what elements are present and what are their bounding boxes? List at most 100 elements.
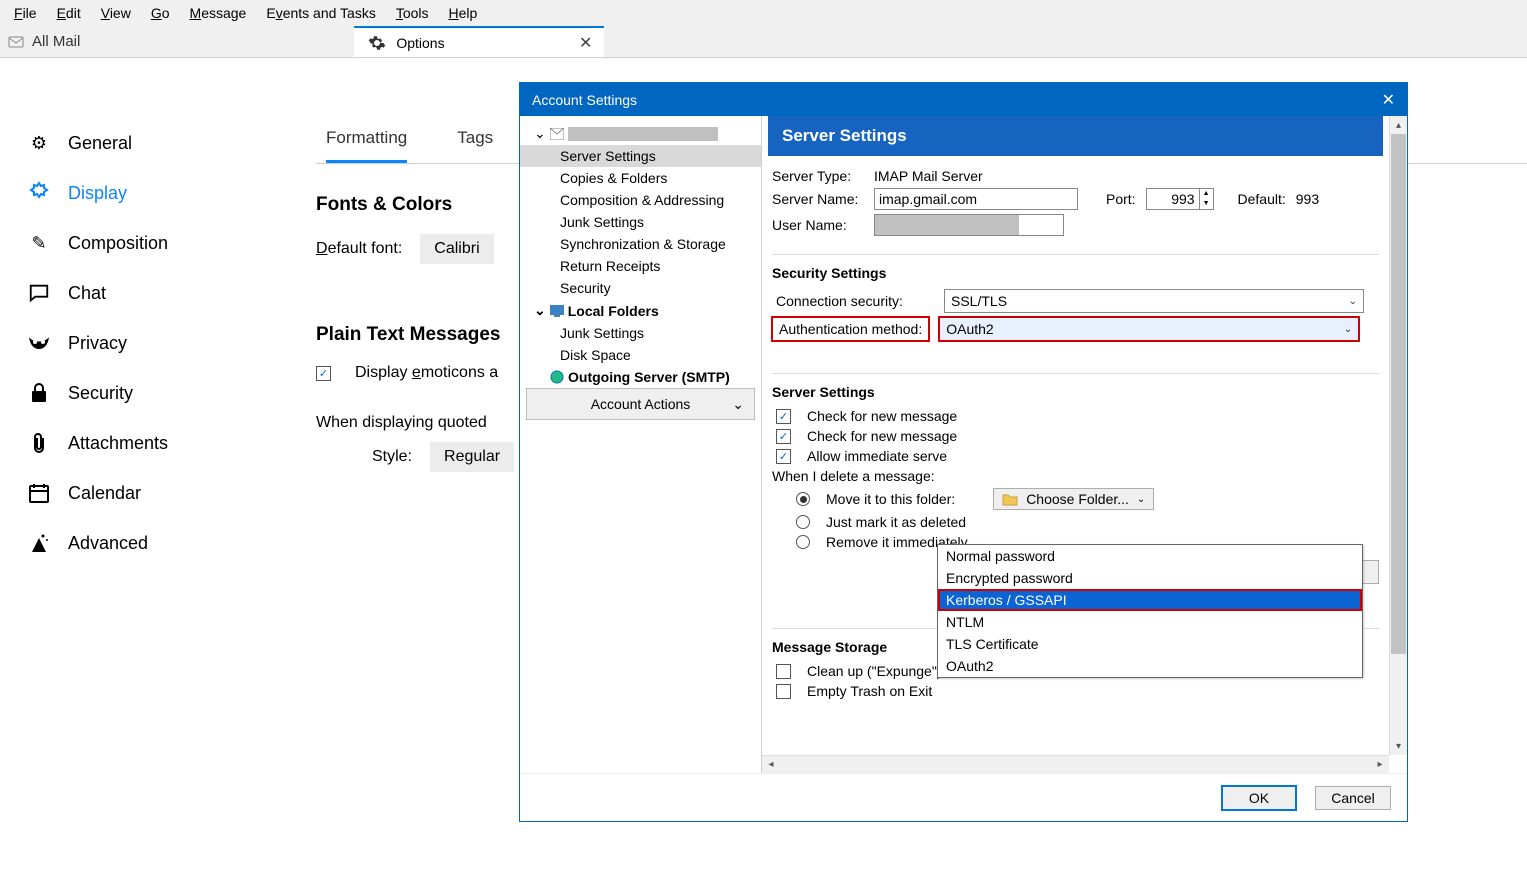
auth-option-tls-cert[interactable]: TLS Certificate — [938, 633, 1362, 655]
sidebar-item-chat[interactable]: Chat — [0, 268, 286, 318]
dialog-titlebar[interactable]: Account Settings ✕ — [520, 83, 1407, 116]
server-name-label: Server Name: — [772, 191, 864, 207]
sidebar-item-calendar[interactable]: Calendar — [0, 468, 286, 518]
tree-local-diskspace[interactable]: Disk Space — [520, 344, 761, 366]
chevron-down-icon: ⌄ — [1344, 324, 1352, 335]
menu-message[interactable]: Message — [182, 3, 255, 23]
tree-copies-folders[interactable]: Copies & Folders — [520, 167, 761, 189]
tree-account-root[interactable]: ⌄ — [520, 122, 761, 145]
tree-sync-storage[interactable]: Synchronization & Storage — [520, 233, 761, 255]
allow-immediate-checkbox[interactable]: ✓ — [776, 449, 791, 464]
default-port-label: Default: — [1238, 191, 1286, 207]
chevron-down-icon: ⌄ — [534, 125, 546, 142]
auth-method-label: Authentication method: — [772, 317, 929, 341]
envelope-icon — [550, 128, 564, 140]
tree-local-junk[interactable]: Junk Settings — [520, 322, 761, 344]
when-delete-label: When I delete a message: — [772, 468, 935, 484]
dialog-close-icon[interactable]: ✕ — [1382, 90, 1395, 110]
port-spinner[interactable]: ▲▼ — [1146, 188, 1214, 210]
pencil-icon: ✎ — [26, 230, 52, 256]
auth-option-encrypted[interactable]: Encrypted password — [938, 567, 1362, 589]
tree-server-settings[interactable]: Server Settings — [520, 145, 761, 167]
ok-button[interactable]: OK — [1221, 785, 1297, 811]
port-input[interactable] — [1147, 191, 1199, 207]
tab-tags[interactable]: Tags — [457, 118, 493, 163]
accounts-tree: ⌄ Server Settings Copies & Folders Compo… — [520, 116, 762, 773]
menu-tools[interactable]: Tools — [388, 3, 437, 23]
sidebar-item-attachments[interactable]: Attachments — [0, 418, 286, 468]
move-folder-radio[interactable] — [796, 492, 810, 506]
vertical-scrollbar[interactable]: ▴ ▾ — [1389, 116, 1407, 755]
auth-method-value: OAuth2 — [946, 321, 993, 337]
sidebar-label: Attachments — [68, 433, 168, 454]
quoted-label: When displaying quoted — [316, 414, 487, 432]
auth-option-normal[interactable]: Normal password — [938, 545, 1362, 567]
sidebar-label: Advanced — [68, 533, 148, 554]
auth-option-oauth2[interactable]: OAuth2 — [938, 655, 1362, 677]
cleanup-checkbox[interactable] — [776, 664, 791, 679]
tree-junk-settings[interactable]: Junk Settings — [520, 211, 761, 233]
scroll-up-icon[interactable]: ▴ — [1390, 116, 1407, 134]
default-port-value: 993 — [1296, 191, 1319, 207]
account-settings-dialog: Account Settings ✕ ⌄ Server Settings Cop… — [519, 82, 1408, 822]
scroll-thumb[interactable] — [1391, 134, 1406, 654]
sidebar-item-security[interactable]: Security — [0, 368, 286, 418]
auth-option-kerberos[interactable]: Kerberos / GSSAPI — [938, 589, 1362, 611]
account-actions-button[interactable]: Account Actions ⌄ — [526, 388, 755, 420]
tab-options[interactable]: Options ✕ — [354, 26, 604, 57]
style-select[interactable]: Regular — [430, 442, 514, 472]
server-type-label: Server Type: — [772, 168, 864, 184]
account-email-redacted — [568, 127, 718, 141]
emoticons-checkbox[interactable]: ✓ — [316, 366, 331, 381]
remove-imm-radio[interactable] — [796, 535, 810, 549]
check-every-label: Check for new message — [807, 428, 957, 444]
tree-local-folders[interactable]: ⌄ Local Folders — [520, 299, 761, 322]
tree-smtp[interactable]: Outgoing Server (SMTP) — [520, 366, 761, 388]
menu-file[interactable]: File — [6, 3, 45, 23]
tab-allmail[interactable]: All Mail — [0, 26, 100, 57]
calendar-icon — [26, 480, 52, 506]
auth-option-ntlm[interactable]: NTLM — [938, 611, 1362, 633]
menu-edit[interactable]: Edit — [49, 3, 89, 23]
tab-options-label: Options — [396, 35, 444, 51]
move-folder-label: Move it to this folder: — [826, 491, 955, 507]
tree-security[interactable]: Security — [520, 277, 761, 299]
security-settings-heading: Security Settings — [772, 265, 1379, 281]
check-startup-checkbox[interactable]: ✓ — [776, 409, 791, 424]
menu-help[interactable]: Help — [441, 3, 486, 23]
sidebar-item-privacy[interactable]: Privacy — [0, 318, 286, 368]
scroll-right-icon[interactable]: ▸ — [1371, 756, 1389, 773]
cancel-button[interactable]: Cancel — [1315, 786, 1391, 810]
scroll-left-icon[interactable]: ◂ — [762, 756, 780, 773]
conn-security-select[interactable]: SSL/TLS ⌄ — [944, 289, 1364, 313]
spin-up-icon[interactable]: ▲ — [1200, 189, 1213, 199]
tree-return-receipts[interactable]: Return Receipts — [520, 255, 761, 277]
sidebar-item-general[interactable]: ⚙General — [0, 118, 286, 168]
auth-method-select[interactable]: OAuth2 ⌄ — [939, 317, 1359, 341]
empty-trash-checkbox[interactable] — [776, 684, 791, 699]
sidebar-item-composition[interactable]: ✎Composition — [0, 218, 286, 268]
sidebar-item-advanced[interactable]: Advanced — [0, 518, 286, 568]
sidebar-label: Security — [68, 383, 133, 404]
clip-icon — [26, 430, 52, 456]
horizontal-scrollbar[interactable]: ◂ ▸ — [762, 755, 1389, 773]
just-mark-radio[interactable] — [796, 515, 810, 529]
tab-close-icon[interactable]: ✕ — [579, 33, 592, 53]
scroll-down-icon[interactable]: ▾ — [1390, 737, 1407, 755]
menu-go[interactable]: Go — [143, 3, 178, 23]
menu-view[interactable]: View — [93, 3, 139, 23]
server-settings-heading: Server Settings — [772, 384, 1379, 400]
server-name-input[interactable] — [874, 188, 1078, 210]
tab-formatting[interactable]: Formatting — [326, 118, 407, 163]
default-font-select[interactable]: Calibri — [420, 234, 493, 264]
gear-icon: ⚙ — [26, 130, 52, 156]
check-every-checkbox[interactable]: ✓ — [776, 429, 791, 444]
choose-folder-button[interactable]: Choose Folder... ⌄ — [993, 488, 1154, 510]
spin-down-icon[interactable]: ▼ — [1200, 199, 1213, 209]
sidebar-item-display[interactable]: Display — [0, 168, 286, 218]
sidebar-label: Display — [68, 183, 127, 204]
conn-security-label: Connection security: — [776, 293, 934, 309]
tree-smtp-label: Outgoing Server (SMTP) — [568, 369, 730, 385]
menu-events-tasks[interactable]: Events and Tasks — [258, 3, 383, 23]
tree-composition-addressing[interactable]: Composition & Addressing — [520, 189, 761, 211]
